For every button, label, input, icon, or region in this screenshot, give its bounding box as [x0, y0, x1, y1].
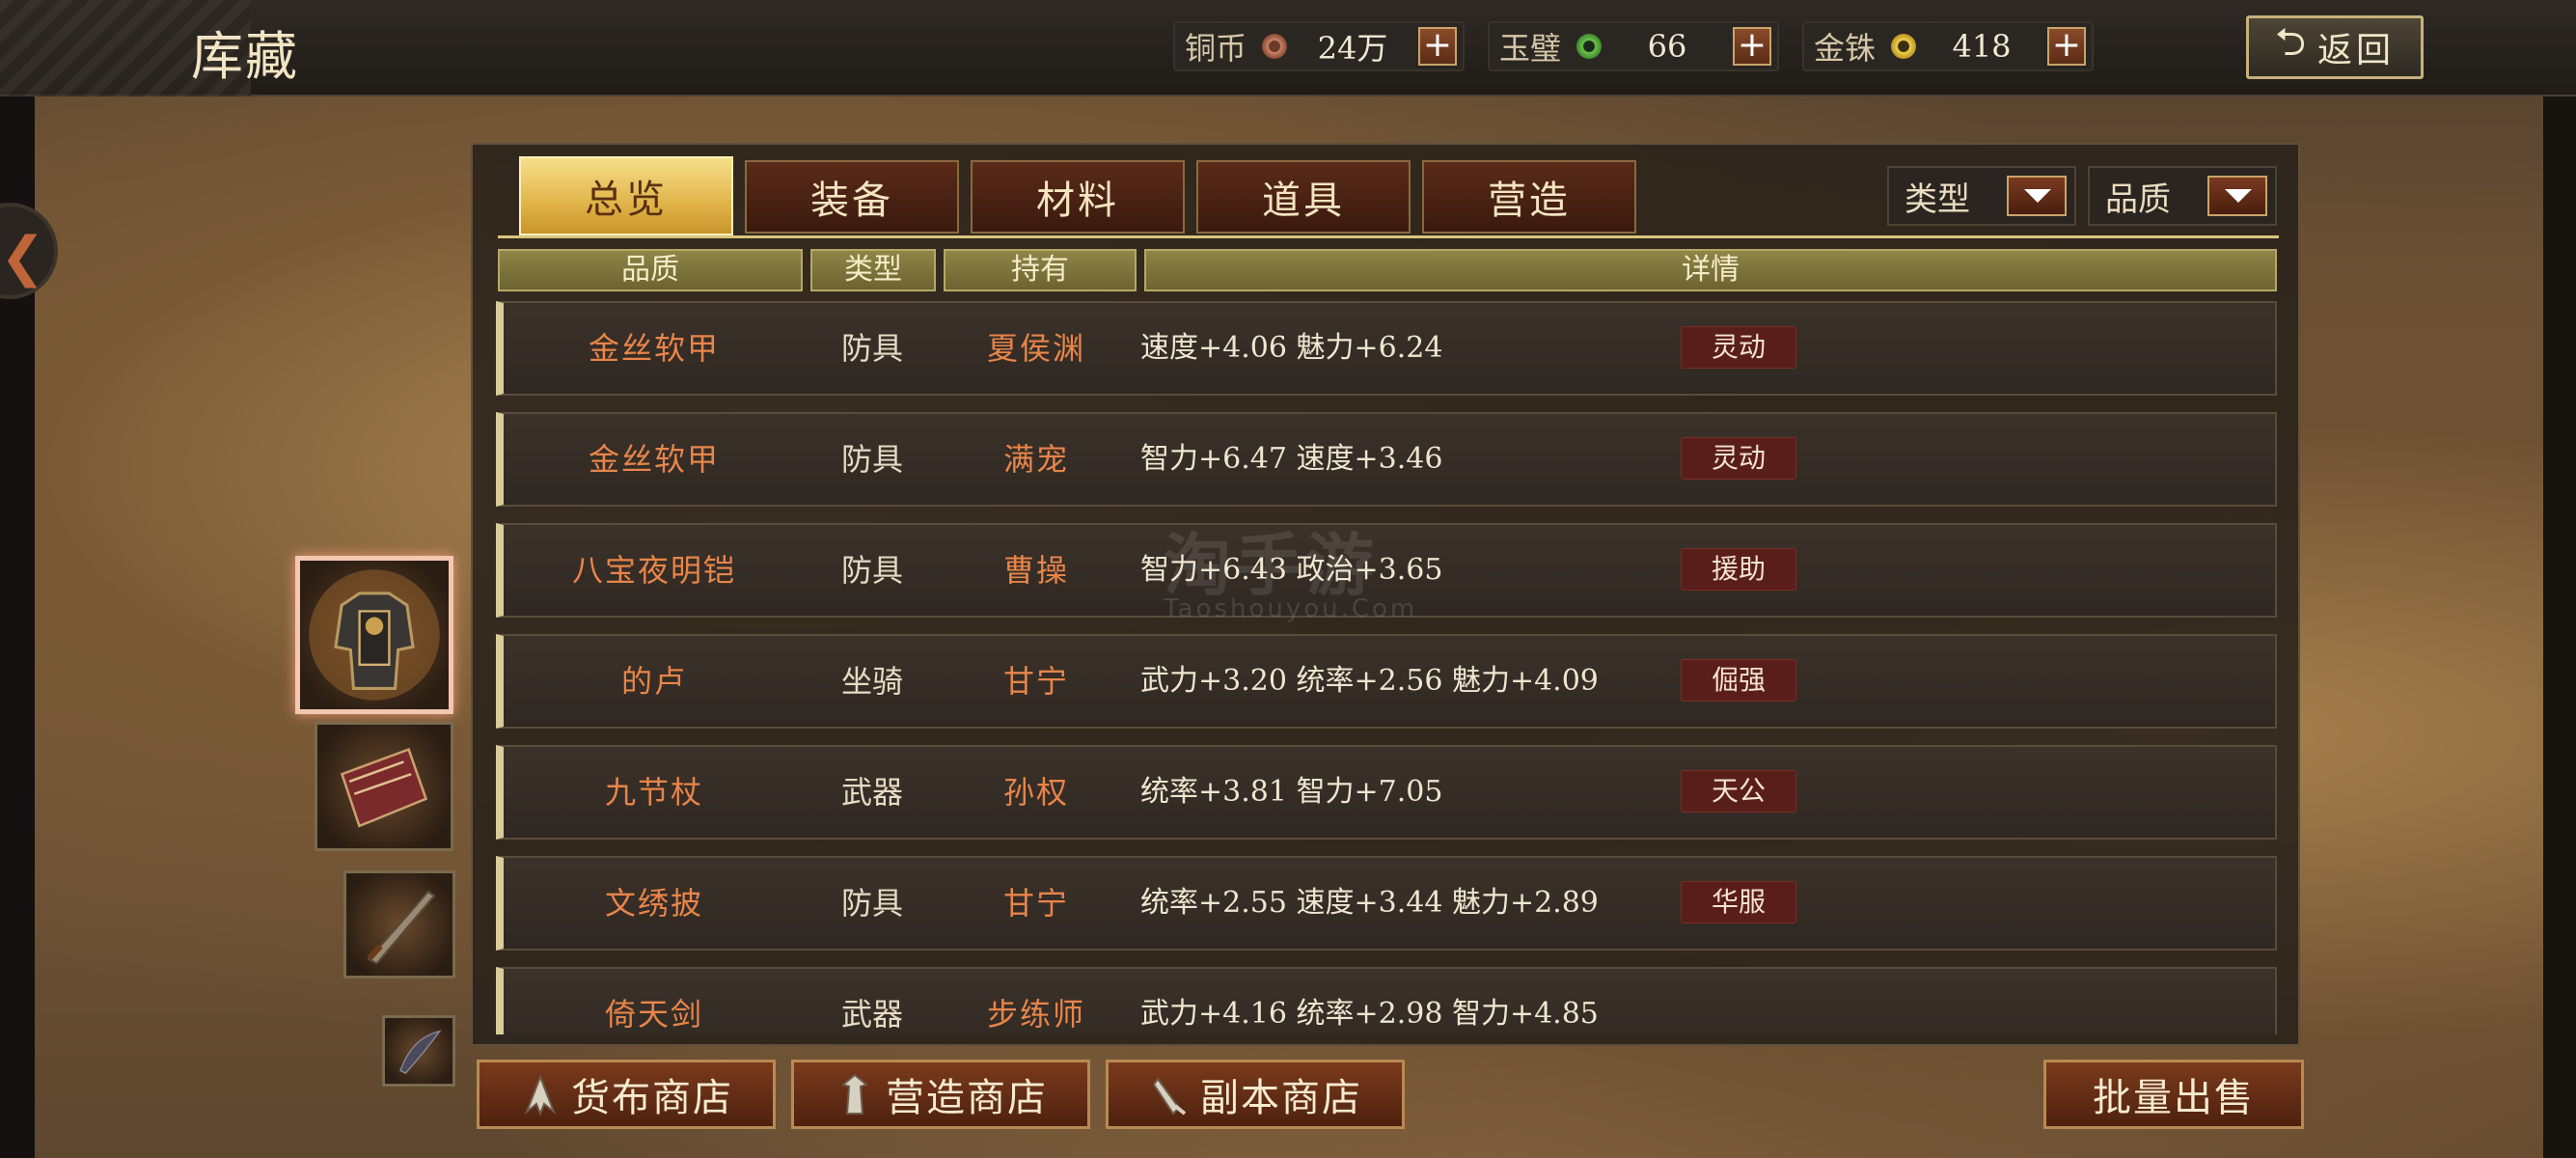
construction-shop-button[interactable]: 营造商店	[791, 1060, 1090, 1129]
item-owner: 步练师	[986, 996, 1085, 1033]
item-name: 的卢	[620, 663, 687, 700]
table-row[interactable]: 倚天剑 武器 步练师 武力+4.16 统率+2.98 智力+4.85	[496, 967, 2277, 1034]
item-owner: 孙权	[1002, 774, 1069, 811]
currency-value: 24万	[1317, 30, 1388, 67]
item-list[interactable]: 金丝软甲 防具 夏侯渊 速度+4.06 魅力+6.24 灵动 金丝软甲 防具 满…	[496, 301, 2277, 1034]
tower-icon	[840, 1073, 869, 1115]
item-owner: 甘宁	[1002, 885, 1069, 922]
item-name: 九节杖	[604, 774, 703, 811]
gold-coin-icon	[1891, 34, 1916, 59]
spade-coin-icon	[524, 1074, 557, 1117]
item-name: 文绣披	[604, 885, 703, 922]
item-type: 防具	[840, 885, 903, 922]
item-owner: 曹操	[1002, 552, 1069, 589]
item-type: 防具	[840, 552, 903, 589]
table-row[interactable]: 的卢 坐骑 甘宁 武力+3.20 统率+2.56 魅力+4.09 倔强	[496, 634, 2277, 729]
back-button[interactable]: ⮌ 返回	[2246, 15, 2424, 79]
tab-items[interactable]: 道具	[1196, 160, 1411, 234]
item-stats: 统率+2.55 速度+3.44 魅力+2.89	[1140, 886, 1599, 920]
item-name: 八宝夜明铠	[571, 552, 736, 589]
item-thumb-sword[interactable]	[343, 870, 455, 979]
header-quality[interactable]: 品质	[498, 249, 803, 291]
watermark-sub: Taoshouyou.Com	[1164, 594, 1418, 623]
item-stats: 智力+6.47 速度+3.46	[1140, 442, 1443, 476]
header-owner[interactable]: 持有	[944, 249, 1137, 291]
feather-icon	[399, 1030, 442, 1074]
item-thumb-banner[interactable]	[315, 722, 453, 851]
item-trait-badge: 灵动	[1681, 437, 1796, 480]
currency-gold: 金铢 418 +	[1802, 21, 2094, 71]
currency-value: 66	[1647, 28, 1687, 65]
item-type: 武器	[840, 774, 903, 811]
item-trait-badge: 倔强	[1681, 659, 1796, 702]
table-row[interactable]: 金丝软甲 防具 夏侯渊 速度+4.06 魅力+6.24 灵动	[496, 301, 2277, 396]
add-jade-button[interactable]: +	[1733, 27, 1771, 66]
return-arrow-icon: ⮌	[2274, 20, 2307, 65]
currency-label: 铜币	[1185, 30, 1247, 67]
chevron-down-icon	[2207, 176, 2267, 216]
item-type: 防具	[840, 441, 903, 478]
item-trait-badge: 华服	[1681, 881, 1796, 924]
tab-construction[interactable]: 营造	[1422, 160, 1636, 234]
tab-equipment[interactable]: 装备	[745, 160, 959, 234]
armor-icon	[309, 569, 440, 701]
chevron-down-icon	[2007, 176, 2067, 216]
tab-underline	[498, 235, 2279, 238]
currency-value: 418	[1952, 28, 2012, 65]
item-trait-badge: 天公	[1681, 770, 1796, 813]
page-title: 库藏	[191, 26, 299, 87]
item-stats: 统率+3.81 智力+7.05	[1140, 775, 1443, 809]
banner-icon	[340, 747, 428, 828]
item-owner: 夏侯渊	[986, 330, 1085, 367]
add-copper-button[interactable]: +	[1418, 27, 1457, 66]
type-filter-label: 类型	[1905, 179, 1970, 219]
tab-overview[interactable]: 总览	[519, 156, 733, 235]
item-owner: 甘宁	[1002, 663, 1069, 700]
currency-shop-button[interactable]: 货布商店	[477, 1060, 776, 1129]
item-owner: 满宠	[1002, 441, 1069, 478]
top-bar: 库藏 铜币 24万 + 玉璧 66 + 金铢 418 + ⮌ 返回	[0, 0, 2576, 96]
currency-jade: 玉璧 66 +	[1488, 21, 1779, 71]
chevron-left-icon[interactable]: ❮	[0, 226, 45, 289]
batch-sell-label: 批量出售	[2093, 1076, 2255, 1120]
construction-shop-label: 营造商店	[886, 1076, 1048, 1120]
type-filter-dropdown[interactable]: 类型	[1887, 166, 2076, 226]
header-type[interactable]: 类型	[810, 249, 936, 291]
table-row[interactable]: 文绣披 防具 甘宁 统率+2.55 速度+3.44 魅力+2.89 华服	[496, 856, 2277, 951]
currency-label: 金铢	[1814, 30, 1877, 67]
inventory-panel: 总览 装备 材料 道具 营造 类型 品质 品质 类型 持有 详情 金丝软甲 防具…	[471, 143, 2300, 1046]
right-edge	[2543, 96, 2576, 1158]
back-label: 返回	[2317, 31, 2396, 70]
dungeon-shop-label: 副本商店	[1200, 1076, 1362, 1120]
item-name: 金丝软甲	[588, 330, 720, 367]
currency-copper: 铜币 24万 +	[1173, 21, 1465, 71]
sword-icon	[367, 890, 436, 965]
scroll-icon	[1152, 1077, 1187, 1116]
item-stats: 速度+4.06 魅力+6.24	[1140, 331, 1443, 365]
item-trait-badge: 灵动	[1681, 326, 1796, 369]
item-type: 防具	[840, 330, 903, 367]
currency-label: 玉璧	[1499, 30, 1562, 67]
item-trait-badge: 援助	[1681, 548, 1796, 591]
jade-disc-icon	[1576, 34, 1602, 59]
add-gold-button[interactable]: +	[2047, 27, 2086, 66]
item-name: 倚天剑	[604, 996, 703, 1033]
item-thumb-feather[interactable]	[382, 1015, 455, 1087]
item-type: 坐骑	[840, 663, 903, 700]
dungeon-shop-button[interactable]: 副本商店	[1106, 1060, 1405, 1129]
tab-materials[interactable]: 材料	[971, 160, 1185, 234]
currency-shop-label: 货布商店	[571, 1076, 733, 1120]
quality-filter-dropdown[interactable]: 品质	[2088, 166, 2277, 226]
item-stats: 武力+4.16 统率+2.98 智力+4.85	[1140, 997, 1599, 1031]
item-thumb-armor[interactable]	[295, 556, 453, 714]
copper-coin-icon	[1262, 34, 1287, 59]
item-stats: 武力+3.20 统率+2.56 魅力+4.09	[1140, 664, 1599, 698]
item-type: 武器	[840, 996, 903, 1033]
table-row[interactable]: 九节杖 武器 孙权 统率+3.81 智力+7.05 天公	[496, 745, 2277, 840]
quality-filter-label: 品质	[2105, 179, 2171, 219]
batch-sell-button[interactable]: 批量出售	[2043, 1060, 2304, 1129]
header-details: 详情	[1144, 249, 2277, 291]
item-name: 金丝软甲	[588, 441, 720, 478]
table-row[interactable]: 金丝软甲 防具 满宠 智力+6.47 速度+3.46 灵动	[496, 412, 2277, 507]
